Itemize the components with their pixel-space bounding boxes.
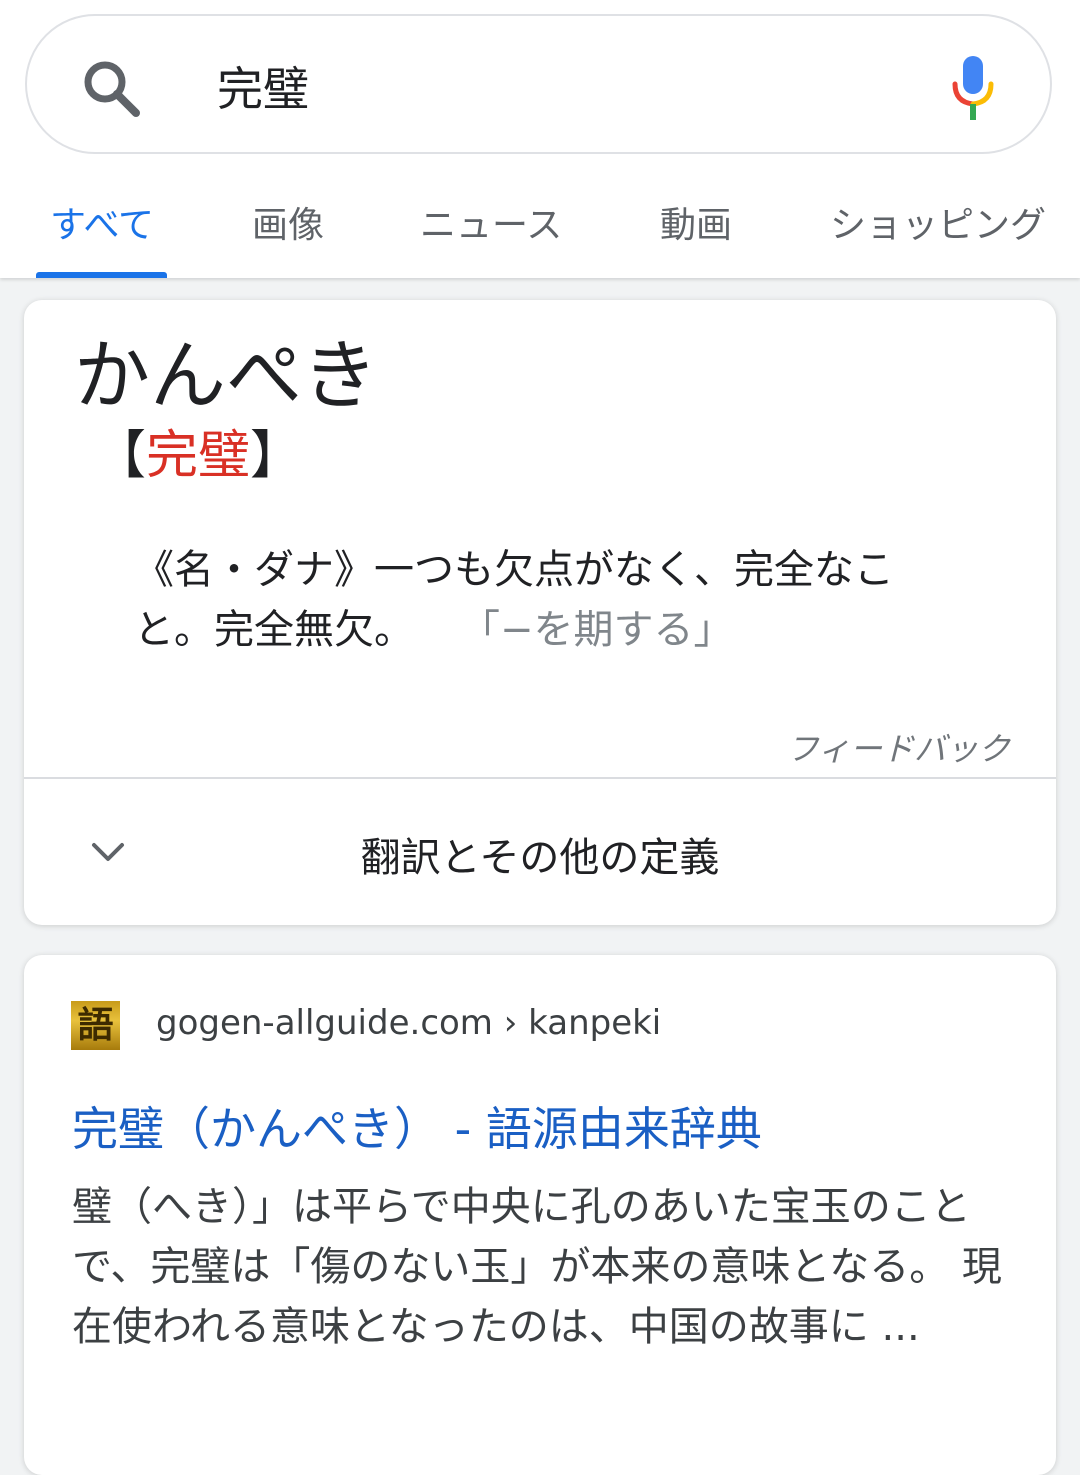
- result-snippet: 璧（へき）」は平らで中央に孔のあいた宝玉のことで、完璧は「傷のない玉」が本来の意…: [72, 1184, 1002, 1350]
- bracket-open: 【: [94, 426, 147, 486]
- search-tabs: すべて 画像 ニュース 動画 ショッピング: [0, 160, 1080, 278]
- bracket-close: 】: [250, 426, 303, 486]
- definition-example: 「−を期する」: [480, 607, 734, 653]
- tab-all[interactable]: すべて: [50, 196, 154, 248]
- word-kanji: 完璧: [146, 426, 251, 486]
- word-reading: かんぺき: [74, 331, 378, 420]
- definition-text: 《名・ダナ》一つも欠点がなく、完全なこと。完全無欠。 「−を期する」: [134, 540, 954, 660]
- word-kanji-line: 【完璧】: [94, 426, 303, 486]
- site-favicon: 語: [71, 1001, 120, 1050]
- tab-images[interactable]: 画像: [252, 196, 324, 248]
- active-tab-indicator: [36, 272, 167, 278]
- tab-videos[interactable]: 動画: [660, 196, 732, 248]
- search-icon[interactable]: [79, 56, 143, 120]
- mic-icon[interactable]: [951, 54, 995, 122]
- result-url[interactable]: gogen-allguide.com › kanpeki: [156, 1003, 661, 1043]
- feedback-link[interactable]: フィードバック: [787, 724, 1010, 770]
- more-definitions-expander[interactable]: 翻訳とその他の定義: [24, 779, 1056, 925]
- result-title-link[interactable]: 完璧（かんぺき） - 語源由来辞典: [72, 1093, 762, 1159]
- more-definitions-label: 翻訳とその他の定義: [360, 835, 720, 881]
- tab-news[interactable]: ニュース: [420, 196, 562, 248]
- search-input[interactable]: [217, 54, 917, 118]
- dictionary-card: かんぺき 【完璧】 《名・ダナ》一つも欠点がなく、完全なこと。完全無欠。 「−を期…: [24, 300, 1056, 925]
- search-result-card: 語 gogen-allguide.com › kanpeki 完璧（かんぺき） …: [24, 955, 1056, 1475]
- top-bar: すべて 画像 ニュース 動画 ショッピング: [0, 0, 1080, 278]
- tab-shopping[interactable]: ショッピング: [830, 196, 1046, 248]
- search-box[interactable]: [25, 14, 1052, 154]
